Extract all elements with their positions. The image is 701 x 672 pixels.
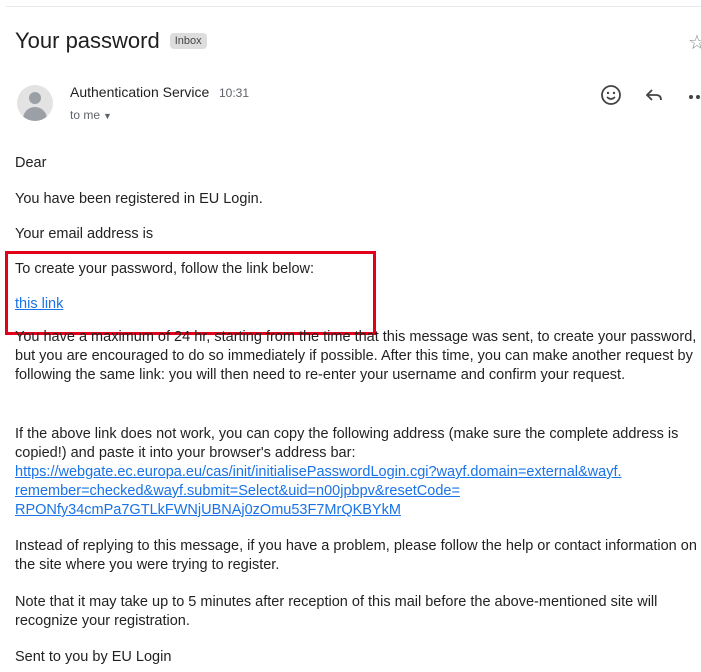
sender-avatar[interactable] bbox=[17, 85, 53, 121]
email-subject: Your password bbox=[15, 28, 160, 53]
reply-icon[interactable] bbox=[643, 84, 665, 111]
recipient-details-toggle[interactable]: to me ▼ bbox=[70, 108, 112, 122]
fallback-text: If the above link does not work, you can… bbox=[15, 426, 679, 461]
inbox-label-badge[interactable]: Inbox bbox=[169, 33, 207, 49]
received-time: 10:31 bbox=[219, 86, 250, 100]
help-text: Instead of replying to this message, if … bbox=[15, 538, 697, 573]
reset-url-link-part1[interactable]: https://webgate.ec.europa.eu/cas/init/in… bbox=[15, 464, 622, 480]
greeting-text: Dear bbox=[15, 155, 47, 171]
header-divider bbox=[6, 6, 701, 7]
sender-name[interactable]: Authentication Service bbox=[70, 84, 209, 100]
reset-url-link-part2[interactable]: remember=checked&wayf.submit=Select&uid=… bbox=[15, 483, 460, 499]
maximum-time-text: You have a maximum of 24 hr, starting fr… bbox=[15, 329, 697, 383]
more-options-icon[interactable] bbox=[688, 88, 701, 106]
chevron-down-icon: ▼ bbox=[103, 111, 112, 121]
emoji-react-icon[interactable] bbox=[600, 84, 622, 111]
recipient-label: to me bbox=[70, 108, 101, 122]
delay-note-text: Note that it may take up to 5 minutes af… bbox=[15, 594, 658, 629]
highlight-box bbox=[5, 251, 376, 335]
fallback-paragraph: If the above link does not work, you can… bbox=[15, 425, 701, 520]
star-icon[interactable]: ☆ bbox=[688, 30, 701, 55]
signature-text: Sent to you by EU Login bbox=[15, 649, 172, 665]
avatar-body-shape bbox=[23, 107, 47, 121]
registered-text: You have been registered in EU Login. bbox=[15, 191, 263, 207]
reset-url-link-part3[interactable]: RPONfy34cmPa7GTLkFWNjUBNAj0zOmu53F7MrQKB… bbox=[15, 502, 401, 518]
email-address-text: Your email address is bbox=[15, 226, 154, 242]
subject-row: Your password Inbox bbox=[15, 26, 207, 56]
avatar-head-shape bbox=[29, 92, 41, 104]
